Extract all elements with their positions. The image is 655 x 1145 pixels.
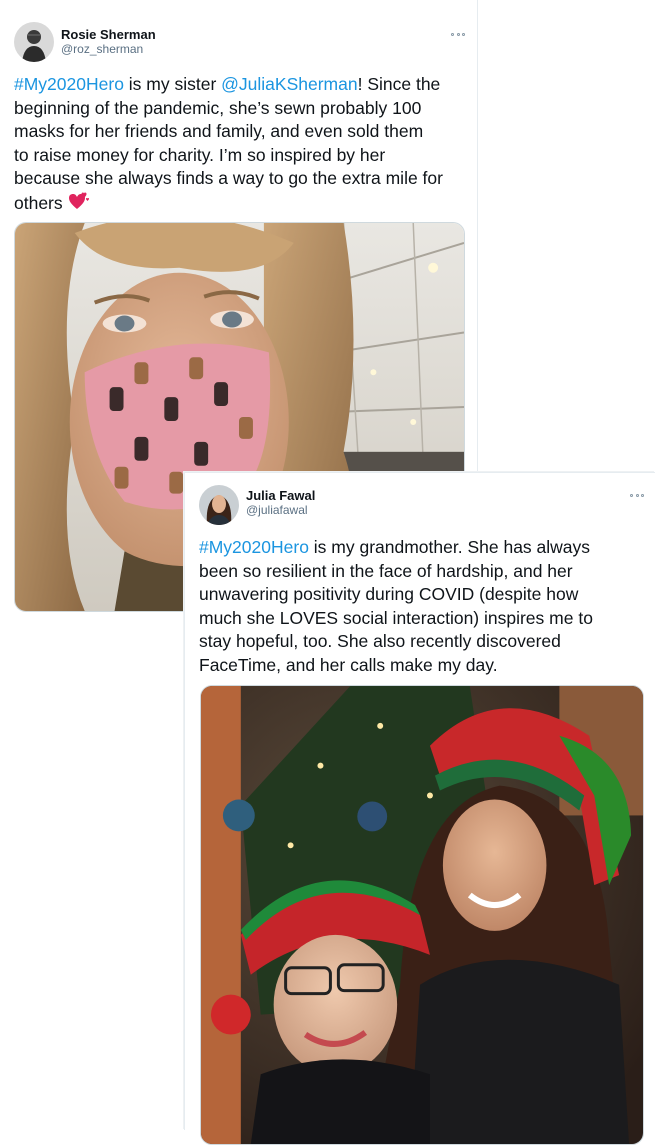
more-options-icon[interactable] — [451, 31, 465, 37]
tweet-text-segment: is my grandmother. She has always — [308, 537, 591, 557]
tweet-text: #My2020Hero is my sister @JuliaKSherman!… — [14, 73, 443, 217]
tweet-text-line: much she LOVES social interaction) inspi… — [199, 607, 593, 628]
heart-with-hearts-icon — [68, 191, 90, 218]
tweet-text-segment: ! Since the — [357, 74, 441, 94]
tweet-card[interactable]: Julia Fawal @juliafawal #My2020Hero is m… — [184, 472, 655, 1145]
user-handle[interactable]: @roz_sherman — [61, 42, 143, 56]
tweet-text-line: to raise money for charity. I’m so inspi… — [14, 144, 386, 165]
tweet-text: #My2020Hero is my grandmother. She has a… — [199, 536, 593, 677]
avatar[interactable] — [14, 22, 54, 62]
tweet-text-segment: is my sister — [123, 74, 222, 94]
display-name[interactable]: Julia Fawal — [246, 488, 315, 503]
hashtag-link[interactable]: #My2020Hero — [199, 537, 309, 557]
user-handle[interactable]: @juliafawal — [246, 503, 308, 517]
tweet-text-line: masks for her friends and family, and ev… — [14, 121, 424, 141]
tweet-text-line: beginning of the pandemic, she’s sewn pr… — [14, 97, 422, 118]
tweet-text-line: stay hopeful, too. She also recently dis… — [199, 631, 561, 651]
mention-link[interactable]: @JuliaKSherman — [221, 74, 357, 94]
hashtag-link[interactable]: #My2020Hero — [14, 74, 124, 94]
tweet-text-line: others — [14, 192, 63, 213]
tweet-photo[interactable] — [200, 685, 644, 1145]
more-options-icon[interactable] — [630, 492, 644, 498]
tweet-text-line: because she always finds a way to go the… — [14, 168, 443, 188]
tweet-text-line: unwavering positivity during COVID (desp… — [199, 584, 579, 604]
tweet-text-line: FaceTime, and her calls make my day. — [199, 654, 498, 675]
avatar[interactable] — [199, 485, 239, 525]
tweet-text-line: been so resilient in the face of hardshi… — [199, 560, 573, 581]
display-name[interactable]: Rosie Sherman — [61, 27, 156, 42]
